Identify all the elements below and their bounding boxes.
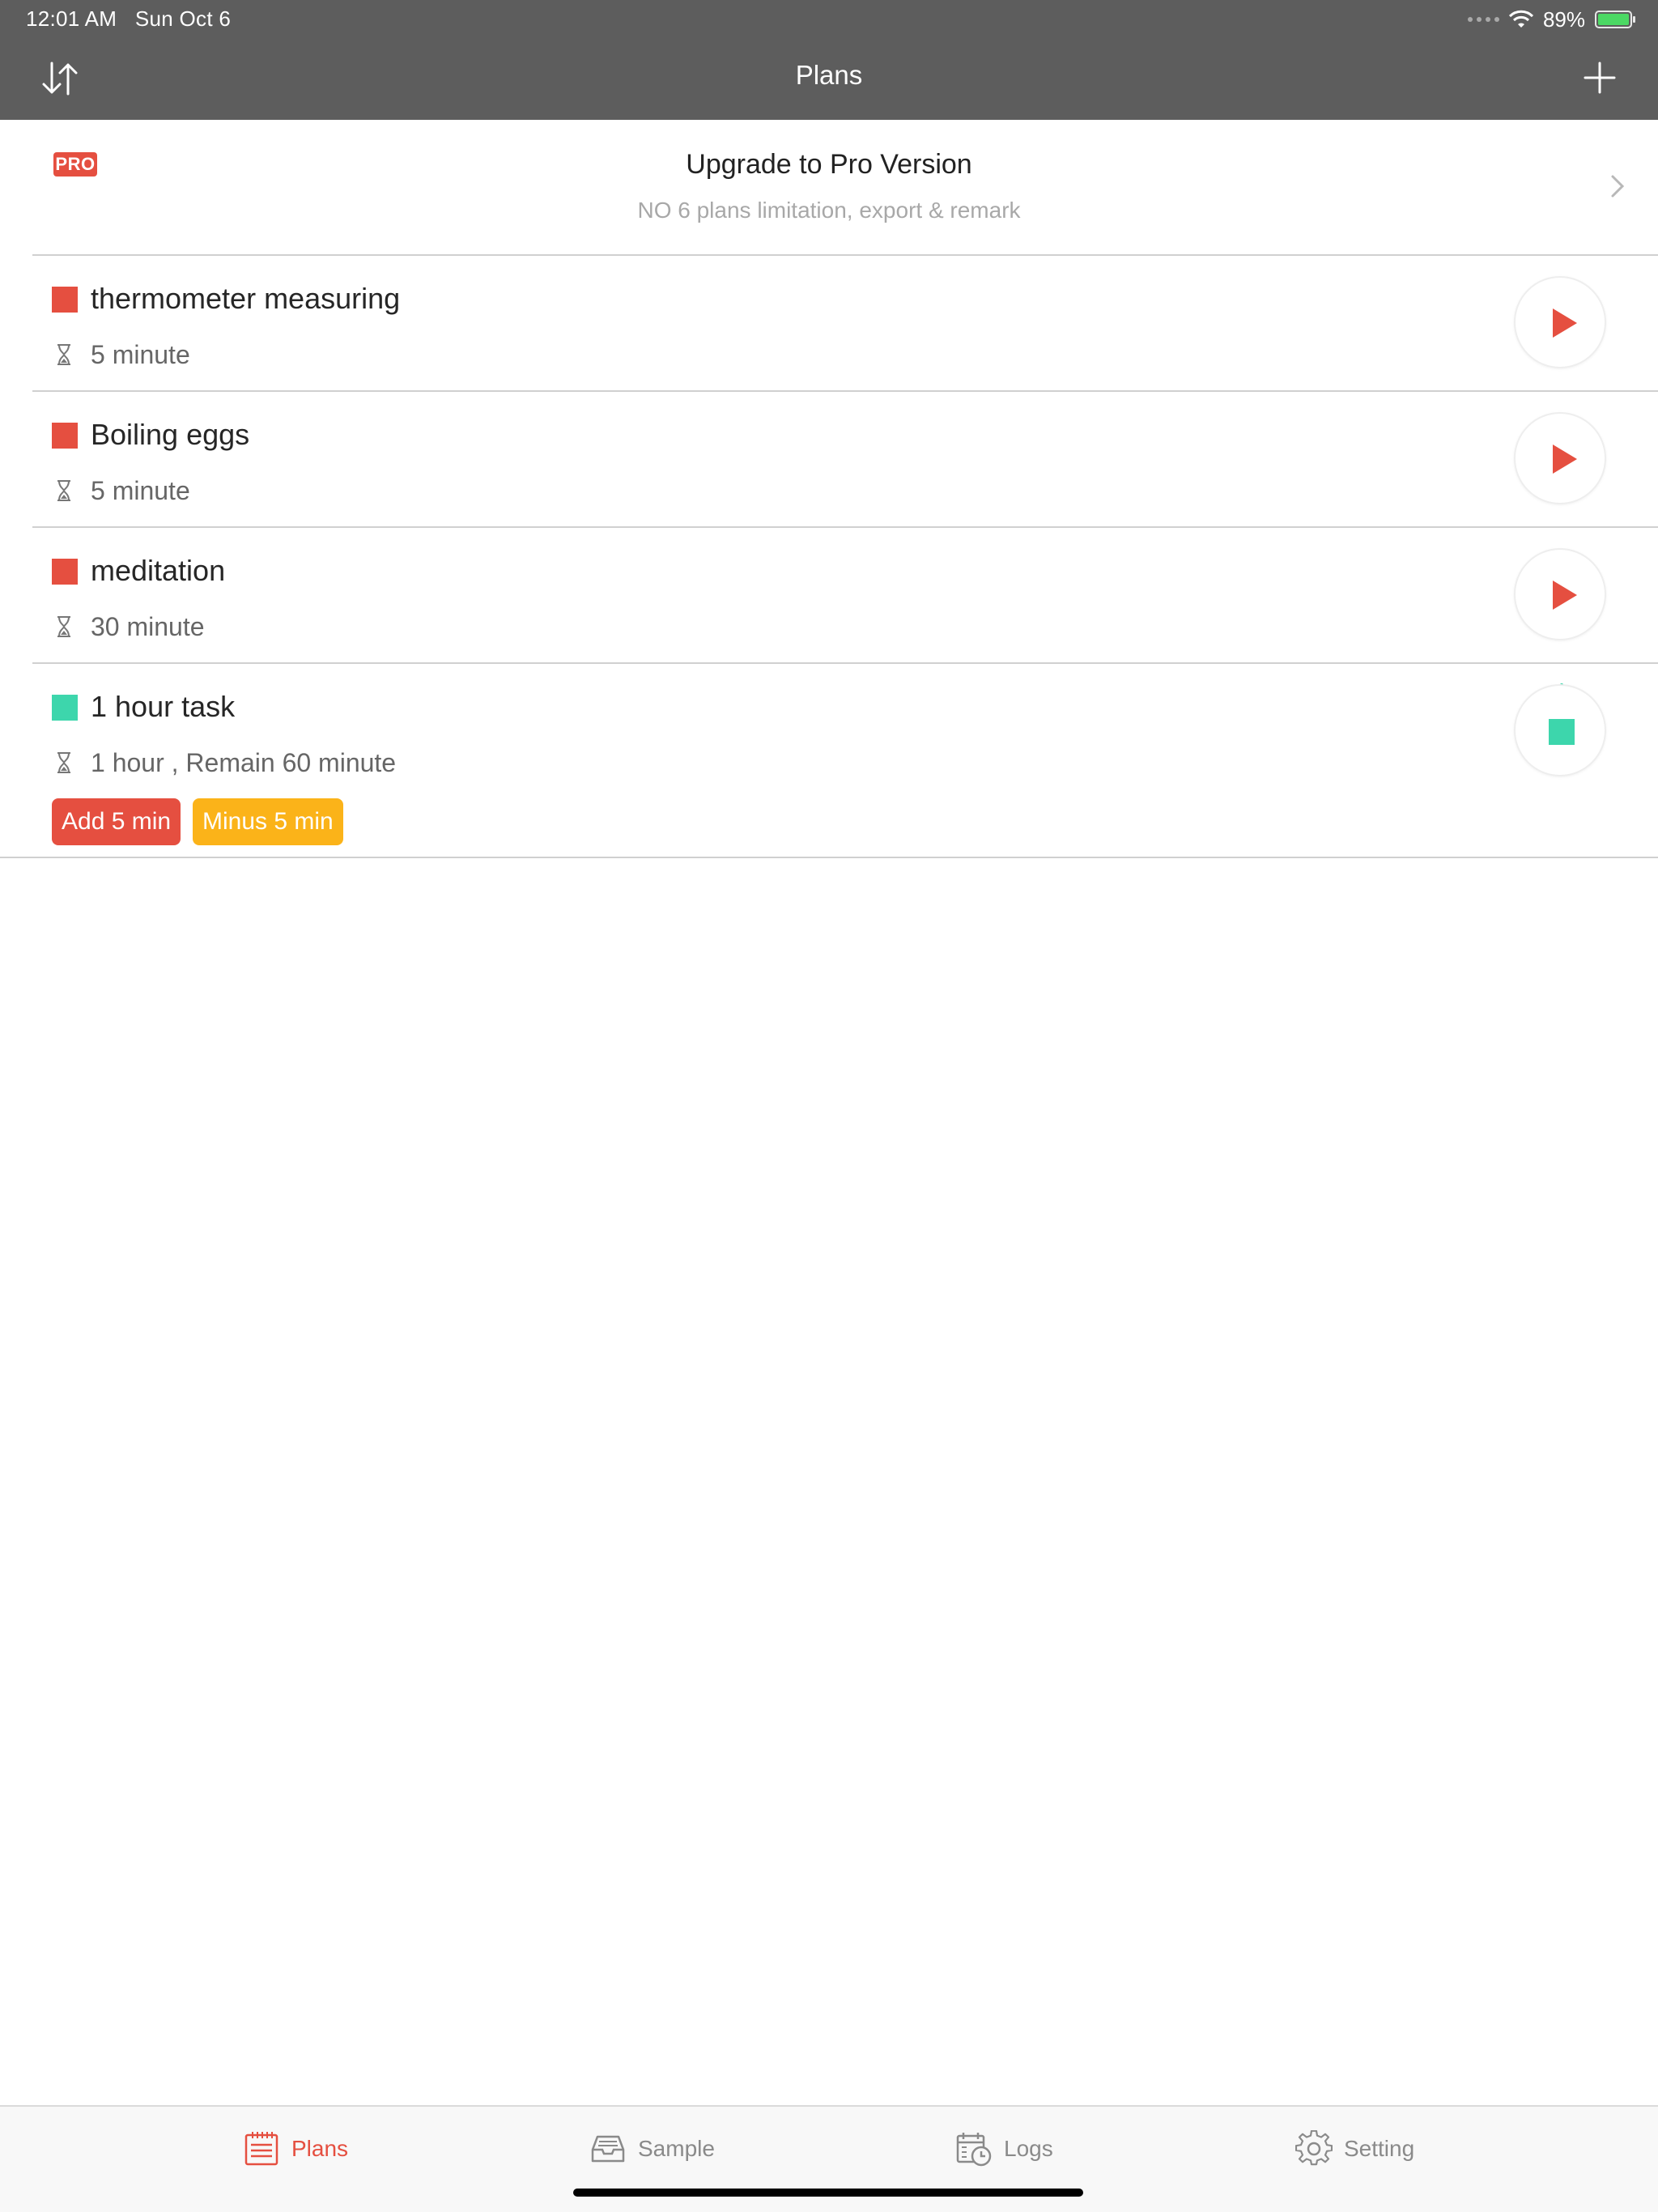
tab-label: Plans: [291, 2136, 349, 2161]
plan-row[interactable]: meditation 30 minute: [0, 528, 1658, 662]
chevron-right-icon: [1611, 175, 1625, 198]
play-button[interactable]: [1514, 412, 1606, 504]
list-icon: [244, 2132, 278, 2166]
add-5-min-button[interactable]: Add 5 min: [52, 798, 181, 845]
plan-name: thermometer measuring: [91, 282, 401, 315]
plan-color-swatch: [52, 695, 78, 721]
status-indicators: 89%: [1467, 5, 1635, 34]
plan-color-swatch: [52, 287, 78, 313]
tab-label: Logs: [1004, 2136, 1053, 2161]
plan-duration: 1 hour , Remain 60 minute: [91, 748, 397, 777]
plan-name: 1 hour task: [91, 690, 236, 723]
status-date: Sun Oct 6: [134, 6, 232, 31]
plan-row[interactable]: Boiling eggs 5 minute: [0, 392, 1658, 526]
tab-plans[interactable]: Plans: [243, 2128, 348, 2170]
plan-row-running[interactable]: 1 hour task 1 hour , Remain 60 minute Ad…: [0, 664, 1658, 858]
play-icon: [1553, 308, 1577, 338]
play-button[interactable]: [1514, 548, 1606, 640]
upgrade-subtitle: NO 6 plans limitation, export & remark: [637, 198, 1021, 223]
tab-label: Sample: [638, 2136, 715, 2161]
hourglass-icon: [57, 480, 70, 501]
battery-percent: 89%: [1542, 6, 1585, 32]
upgrade-banner[interactable]: PRO Upgrade to Pro Version NO 6 plans li…: [0, 120, 1658, 256]
tab-setting[interactable]: Setting: [1295, 2128, 1414, 2170]
signal-dots-icon: [1467, 17, 1499, 22]
add-plan-button[interactable]: [1582, 60, 1618, 96]
page-title: Plans: [795, 60, 863, 90]
wifi-icon: [1508, 10, 1533, 28]
gear-icon: [1295, 2130, 1333, 2166]
play-icon: [1553, 581, 1577, 610]
plan-name: Boiling eggs: [91, 418, 250, 451]
upgrade-title: Upgrade to Pro Version: [686, 149, 972, 180]
tab-sample[interactable]: Sample: [589, 2128, 715, 2170]
tab-label: Setting: [1344, 2136, 1415, 2161]
play-icon: [1553, 445, 1577, 474]
hourglass-icon: [57, 616, 70, 637]
navigation-bar: 12:01 AM Sun Oct 6 89% Plans: [0, 0, 1658, 120]
inbox-icon: [591, 2135, 625, 2163]
plan-duration: 5 minute: [91, 340, 190, 369]
plan-name: meditation: [91, 554, 226, 587]
plan-duration: 30 minute: [91, 612, 205, 641]
stop-button[interactable]: [1514, 684, 1606, 776]
battery-icon: [1595, 11, 1635, 28]
play-button[interactable]: [1514, 276, 1606, 368]
calendar-clock-icon: [956, 2133, 992, 2167]
stop-icon: [1549, 719, 1575, 745]
divider: [0, 857, 1658, 858]
status-clock: 12:01 AM: [26, 6, 117, 31]
hourglass-icon: [57, 752, 70, 773]
minus-5-min-button[interactable]: Minus 5 min: [193, 798, 343, 845]
hourglass-icon: [57, 344, 70, 365]
home-indicator[interactable]: [573, 2189, 1083, 2197]
plan-color-swatch: [52, 423, 78, 449]
plan-color-swatch: [52, 559, 78, 585]
status-time: 12:01 AM Sun Oct 6: [26, 6, 231, 32]
tab-logs[interactable]: Logs: [955, 2128, 1053, 2170]
plan-duration: 5 minute: [91, 476, 190, 505]
plan-row[interactable]: thermometer measuring 5 minute: [0, 256, 1658, 390]
